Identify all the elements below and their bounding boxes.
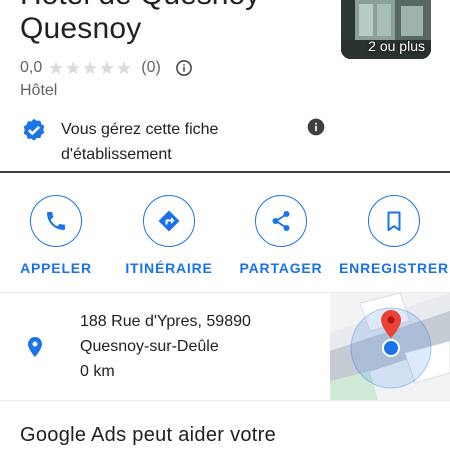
call-button[interactable]: APPELER	[1, 195, 111, 276]
verified-text-line1: Vous gérez cette fiche	[61, 121, 219, 138]
place-title: Quesnoy	[20, 12, 142, 45]
verified-badge-icon	[23, 118, 45, 141]
review-count[interactable]: (0)	[141, 59, 161, 77]
ads-promo-title: Google Ads peut aider votre	[20, 424, 277, 446]
star-empty-icon	[117, 61, 131, 75]
bookmark-icon	[387, 211, 401, 231]
rating-row: 0,0 (0)	[20, 58, 193, 78]
star-empty-icon	[83, 61, 97, 75]
save-button-circle[interactable]	[368, 195, 420, 247]
share-icon	[272, 211, 290, 231]
address-line2: Quesnoy-sur-Deûle	[80, 338, 219, 355]
address-row[interactable]: 188 Rue d'Ypres, 59890 Quesnoy-sur-Deûle…	[0, 293, 450, 400]
share-button-label: PARTAGER	[239, 260, 323, 276]
location-pin-icon	[28, 337, 42, 357]
address-line1: 188 Rue d'Ypres, 59890	[80, 313, 251, 330]
star-rating	[48, 60, 133, 76]
photo-thumbnail[interactable]: 2 ou plus	[341, 0, 431, 59]
info-outline-icon[interactable]	[175, 59, 193, 77]
verified-text-line2: d'établissement	[61, 146, 172, 163]
verified-business-notice: Vous gérez cette fiche d'établissement	[20, 117, 320, 167]
phone-icon	[47, 212, 65, 230]
place-category: Hôtel	[20, 82, 58, 99]
star-empty-icon	[49, 61, 63, 75]
share-button-circle[interactable]	[255, 195, 307, 247]
section-divider	[0, 400, 450, 401]
address-distance: 0 km	[80, 363, 115, 380]
save-button-label: ENREGISTRER	[339, 260, 449, 276]
directions-icon	[158, 210, 180, 232]
star-empty-icon	[100, 61, 114, 75]
save-button[interactable]: ENREGISTRER	[339, 195, 449, 276]
address-text: 188 Rue d'Ypres, 59890 Quesnoy-sur-Deûle…	[80, 309, 251, 384]
star-empty-icon	[66, 61, 80, 75]
mini-map[interactable]	[330, 293, 450, 400]
directions-button[interactable]: ITINÉRAIRE	[114, 195, 224, 276]
action-buttons-row: APPELER ITINÉRAIRE PARTAGER ENREGISTRER	[0, 195, 450, 280]
photo-count-label: 2 ou plus	[368, 38, 425, 54]
share-button[interactable]: PARTAGER	[226, 195, 336, 276]
rating-value: 0,0	[20, 59, 43, 76]
directions-button-label: ITINÉRAIRE	[125, 260, 213, 276]
title-fragment: Hôtel de Quesnoy	[20, 0, 260, 12]
directions-button-circle[interactable]	[143, 195, 195, 247]
map-image	[330, 293, 450, 400]
section-divider	[0, 171, 450, 173]
call-button-label: APPELER	[20, 260, 92, 276]
info-filled-icon[interactable]	[306, 117, 326, 137]
call-button-circle[interactable]	[30, 195, 82, 247]
